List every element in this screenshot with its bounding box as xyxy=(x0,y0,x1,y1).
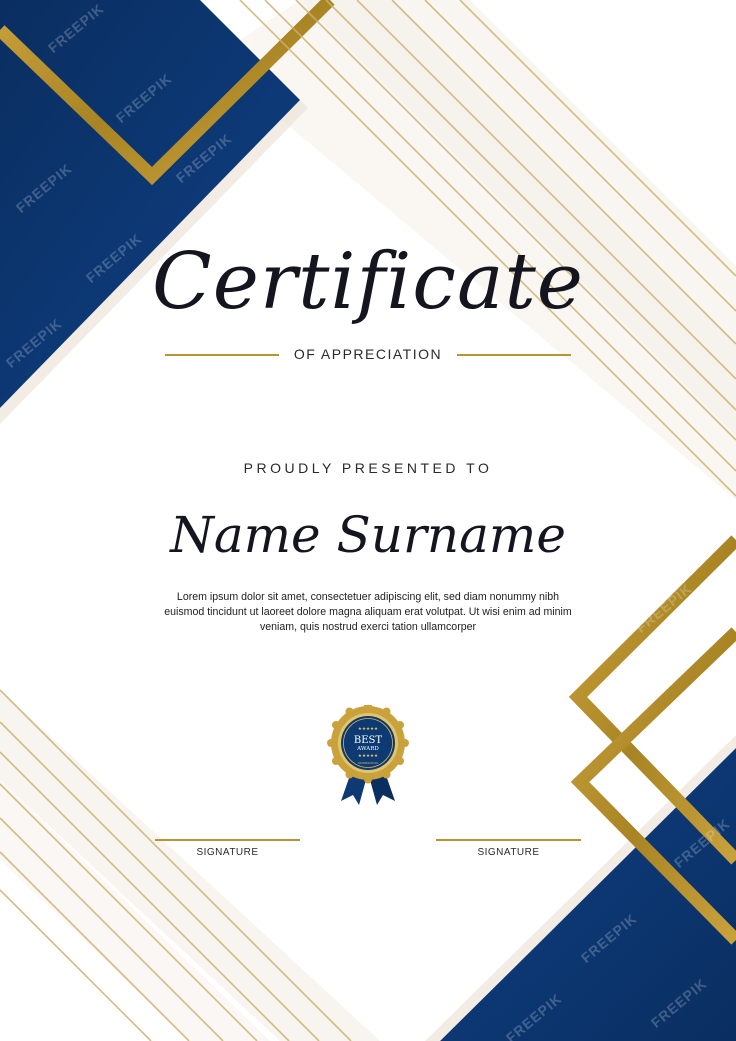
signature-line-left xyxy=(155,839,300,841)
badge-top-text: BEST xyxy=(354,735,382,746)
signature-label-left: SIGNATURE xyxy=(196,847,259,858)
presented-label: PROUDLY PRESENTED TO xyxy=(243,460,493,476)
badge-bottom-text: NOMINATION xyxy=(358,761,377,765)
certificate-title: Certificate xyxy=(152,237,584,327)
award-badge-icon: ★★★★★ BEST AWARD ★★★★★ NOMINATION xyxy=(327,705,409,805)
badge-stars-top: ★★★★★ xyxy=(358,726,378,732)
badge-stars-bottom: ★★★★★ xyxy=(358,753,378,759)
signature-label-right: SIGNATURE xyxy=(477,847,540,858)
badge-middle-text: AWARD xyxy=(356,746,379,752)
signature-line-right xyxy=(436,839,581,841)
recipient-name: Name Surname xyxy=(170,506,566,564)
certificate-page: FREEPIK FREEPIK FREEPIK FREEPIK FREEPIK … xyxy=(0,0,736,1041)
subtitle-row: OF APPRECIATION xyxy=(165,343,571,365)
description-text: Lorem ipsum dolor sit amet, consectetuer… xyxy=(164,591,572,633)
subtitle-divider-right xyxy=(457,354,571,356)
